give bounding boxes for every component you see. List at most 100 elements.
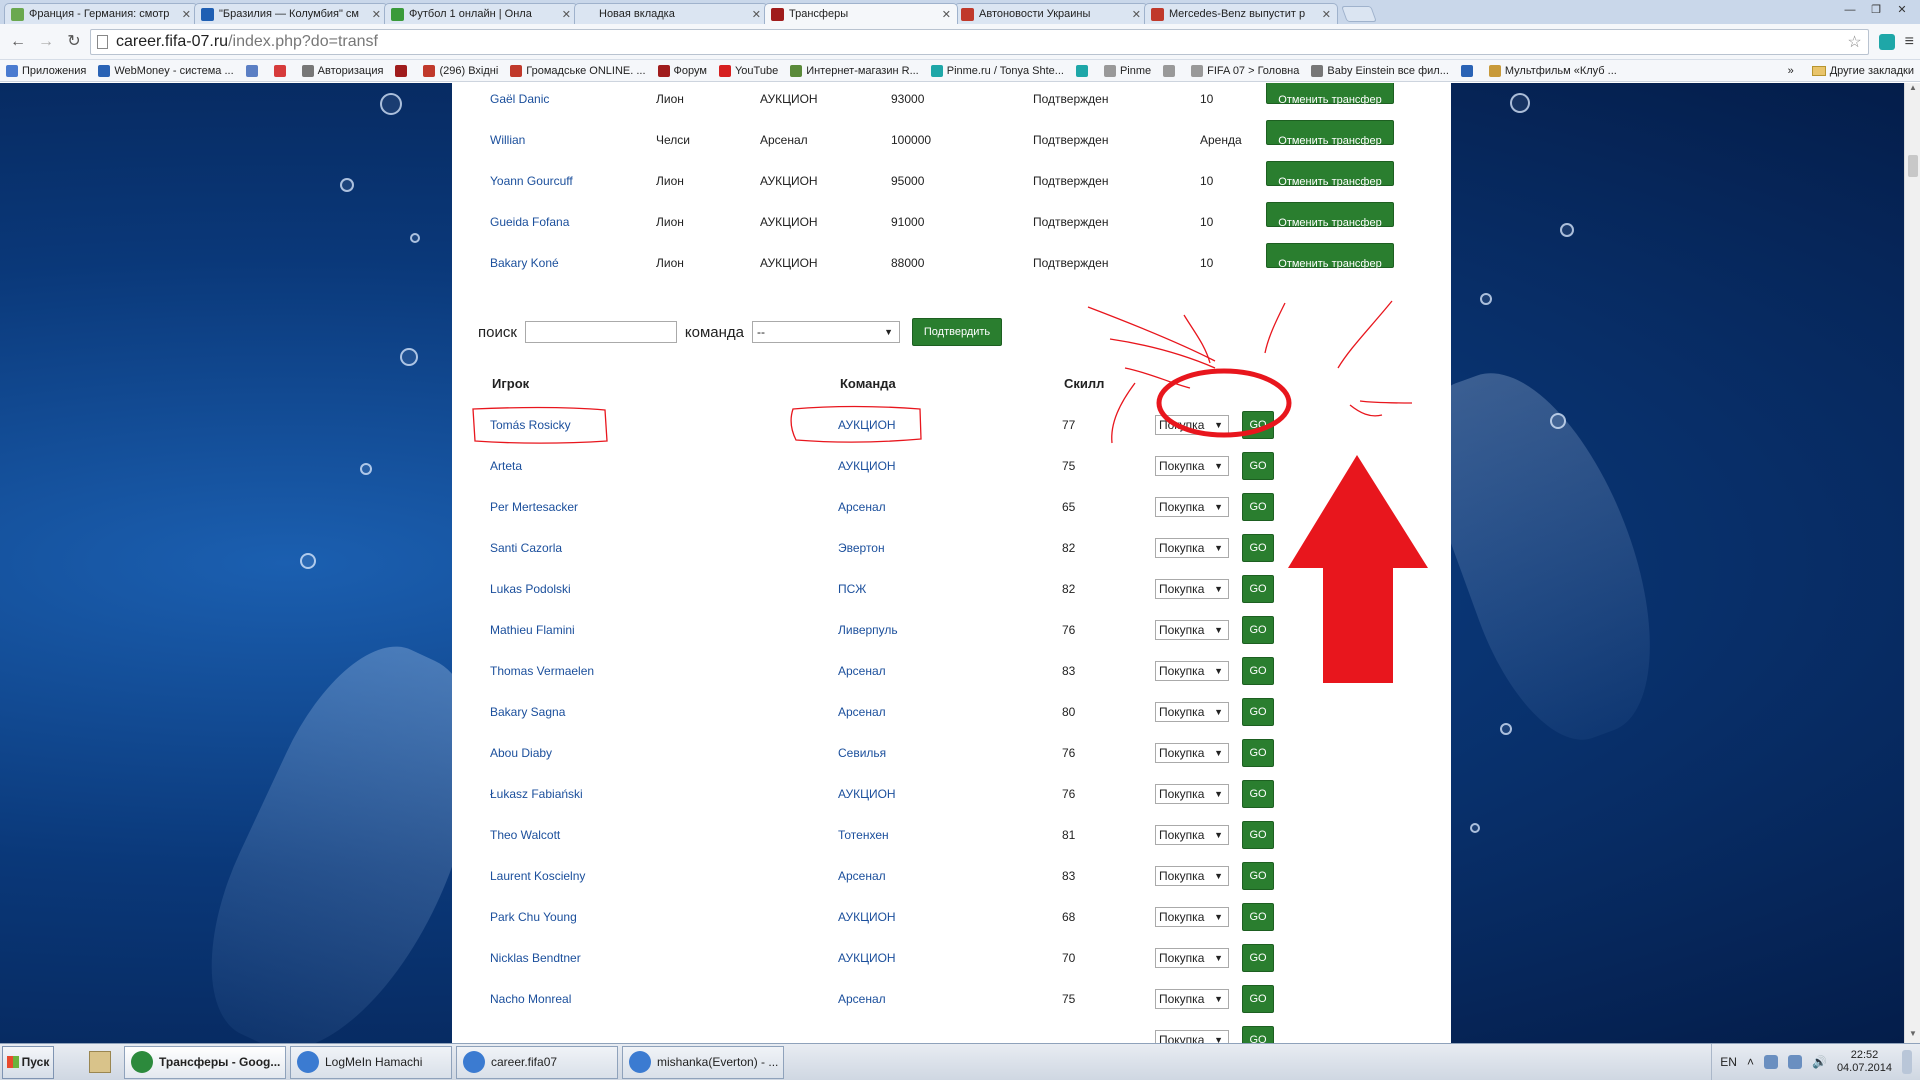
action-select[interactable]: Покупка ▼ [1155,866,1229,886]
player-team-link[interactable]: ПСЖ [838,569,866,610]
cancel-transfer-button[interactable]: Отменить трансфер [1266,120,1394,147]
tab-close-icon[interactable]: ✕ [942,8,951,21]
transfer-player-link[interactable]: Gaël Danic [490,83,549,120]
go-button[interactable]: GO [1242,698,1274,726]
action-select[interactable]: Покупка ▼ [1155,907,1229,927]
bookmark-item[interactable]: (296) Вхідні [423,64,498,77]
reload-icon[interactable]: ↻ [62,30,86,54]
action-select[interactable]: Покупка ▼ [1155,579,1229,599]
go-button[interactable]: GO [1242,534,1274,562]
go-button[interactable]: GO [1242,944,1274,972]
go-button[interactable]: GO [1242,903,1274,931]
player-team-link[interactable]: Эвертон [838,528,885,569]
action-select[interactable]: Покупка ▼ [1155,497,1229,517]
back-icon[interactable]: ← [6,30,30,54]
go-button[interactable]: GO [1242,452,1274,480]
transfer-player-link[interactable]: Gueida Fofana [490,202,569,243]
action-select[interactable]: Покупка ▼ [1155,784,1229,804]
volume-icon[interactable]: 🔊 [1812,1055,1827,1069]
tab-close-icon[interactable]: ✕ [752,8,761,21]
go-button[interactable]: GO [1242,821,1274,849]
action-select[interactable]: Покупка ▼ [1155,702,1229,722]
player-team-link[interactable]: Арсенал [838,979,886,1020]
player-name-link[interactable]: Park Chu Young [490,897,577,938]
player-name-link[interactable]: Per Mertesacker [490,487,578,528]
bookmark-star-icon[interactable]: ☆ [1847,32,1861,52]
action-select[interactable]: Покупка ▼ [1155,620,1229,640]
browser-tab[interactable]: Франция - Германия: смотр ✕ [4,3,198,24]
action-select[interactable]: Покупка ▼ [1155,825,1229,845]
action-select[interactable]: Покупка ▼ [1155,538,1229,558]
transfer-player-link[interactable]: Willian [490,120,525,161]
player-name-link[interactable]: Lukas Podolski [490,569,571,610]
taskbar-task[interactable]: Трансферы - Goog... [124,1045,286,1079]
hamachi-tray-icon[interactable] [1787,1055,1802,1069]
tab-close-icon[interactable]: ✕ [562,8,571,21]
player-name-link[interactable]: Abou Diaby [490,733,552,774]
go-button[interactable]: GO [1242,411,1274,439]
team-select[interactable]: -- ▼ [752,321,901,343]
bookmark-item[interactable]: Форум [657,64,707,77]
player-team-link[interactable]: Тотенхен [838,815,889,856]
player-team-link[interactable]: АУКЦИОН [838,446,896,487]
player-team-link[interactable]: Арсенал [838,692,886,733]
cancel-transfer-button[interactable]: Отменить трансфер [1266,83,1394,106]
page-scrollbar[interactable]: ▲ ▼ [1904,83,1920,1043]
browser-tab[interactable]: "Бразилия — Колумбия" см ✕ [194,3,388,24]
player-team-link[interactable]: Севилья [838,733,886,774]
cancel-transfer-button[interactable]: Отменить трансфер [1266,202,1394,229]
bookmark-item[interactable] [1163,64,1179,77]
player-team-link[interactable]: АУКЦИОН [838,405,896,446]
forward-icon[interactable]: → [34,30,58,54]
go-button[interactable]: GO [1242,862,1274,890]
go-button[interactable]: GO [1242,575,1274,603]
tab-close-icon[interactable]: ✕ [182,8,191,21]
player-team-link[interactable]: Ливерпуль [838,610,898,651]
search-input[interactable] [524,321,677,343]
bookmark-item[interactable] [1460,64,1477,77]
bookmark-item[interactable] [1075,64,1092,77]
bookmark-item[interactable] [273,64,290,77]
other-bookmarks[interactable]: Другие закладки [1830,65,1914,77]
extension-icon[interactable] [1878,33,1895,50]
action-select[interactable]: Покупка ▼ [1155,415,1229,435]
bookmark-item[interactable]: Авторизация [301,64,383,77]
close-window-icon[interactable]: ✕ [1890,2,1914,18]
bookmark-item[interactable]: Baby Einstein все фил... [1311,64,1449,77]
action-select[interactable]: Покупка ▼ [1155,1030,1229,1043]
confirm-button[interactable]: Подтвердить [912,318,1003,346]
taskbar-task[interactable]: mishanka(Everton) - ... [622,1045,784,1079]
new-tab-button[interactable] [1341,6,1377,22]
bookmark-item[interactable]: Мультфильм «Клуб ... [1488,64,1617,77]
go-button[interactable]: GO [1242,493,1274,521]
player-name-link[interactable]: Tomás Rosicky [490,405,571,446]
go-button[interactable]: GO [1242,739,1274,767]
bookmark-item[interactable] [395,64,411,77]
player-name-link[interactable]: Santi Cazorla [490,528,562,569]
scroll-up-icon[interactable]: ▲ [1905,83,1920,97]
transfer-player-link[interactable]: Bakary Koné [490,243,559,284]
restore-icon[interactable]: ❐ [1864,2,1888,18]
go-button[interactable]: GO [1242,1026,1274,1043]
player-name-link[interactable]: Bakary Sagna [490,692,565,733]
bookmark-item[interactable]: Pinme [1103,64,1151,77]
taskbar-task[interactable]: LogMeIn Hamachi [290,1045,452,1079]
player-team-link[interactable]: Арсенал [838,651,886,692]
minimize-icon[interactable]: — [1838,2,1862,18]
browser-tab[interactable]: Новая вкладка ✕ [574,3,768,24]
network-icon[interactable] [1763,1055,1778,1069]
go-button[interactable]: GO [1242,616,1274,644]
browser-tab[interactable]: Mercedes-Benz выпустит р ✕ [1144,3,1338,24]
tray-expand-icon[interactable]: ˄ [1747,1055,1754,1069]
address-bar[interactable]: career.fifa-07.ru/index.php?do=transf ☆ [90,28,1869,55]
player-team-link[interactable]: Арсенал [838,856,886,897]
bookmark-item[interactable]: YouTube [718,64,778,77]
player-team-link[interactable]: АУКЦИОН [838,897,896,938]
browser-tab[interactable]: Автоновости Украины ✕ [954,3,1148,24]
more-bookmarks-chevron[interactable]: » [1788,65,1794,77]
bookmark-item[interactable]: WebMoney - система ... [98,64,234,77]
action-select[interactable]: Покупка ▼ [1155,948,1229,968]
player-name-link[interactable]: Mathieu Flamini [490,610,575,651]
browser-tab[interactable]: Трансферы ✕ [764,3,958,24]
player-name-link[interactable]: Nacho Monreal [490,979,571,1020]
